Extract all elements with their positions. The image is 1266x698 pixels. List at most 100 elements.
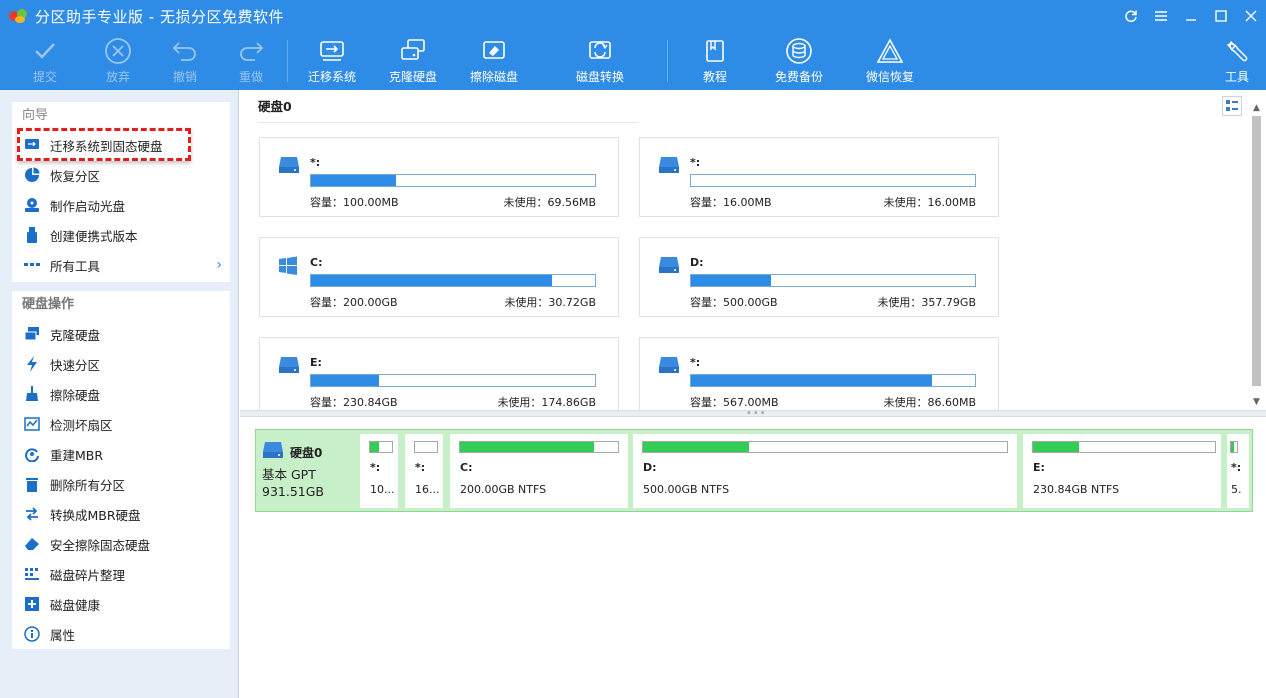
partition-segment[interactable]: C: 200.00GB NTFS bbox=[450, 434, 628, 508]
clone-icon bbox=[24, 326, 40, 342]
usage-fill bbox=[460, 442, 595, 452]
windows-icon bbox=[278, 256, 300, 275]
partition-card[interactable]: E: 容量：230.84GB 未使用：174.86GB bbox=[259, 337, 619, 410]
partition-card[interactable]: C: 容量：200.00GB 未使用：30.72GB bbox=[259, 237, 619, 317]
migrate-os-button[interactable]: 迁移系统 bbox=[308, 36, 356, 90]
sidebar-item-rebuild-mbr[interactable]: 重建MBR bbox=[12, 439, 230, 469]
sidebar-item-portable-version[interactable]: 创建便携式版本 bbox=[12, 220, 230, 250]
sidebar-item-secure-erase-ssd[interactable]: 安全擦除固态硬盘 bbox=[12, 529, 230, 559]
partition-card[interactable]: D: 容量：500.00GB 未使用：357.79GB bbox=[639, 237, 999, 317]
usb-portable-icon bbox=[24, 227, 40, 243]
more-dots-icon bbox=[24, 257, 40, 273]
minimize-icon[interactable] bbox=[1176, 0, 1206, 32]
clone-disk-icon bbox=[398, 36, 428, 66]
drive-icon bbox=[658, 356, 680, 374]
disk-operations-panel: 硬盘操作 克隆硬盘 快速分区 擦除硬盘 检测坏扇区 重建MBR 删除所有分区 转… bbox=[12, 291, 230, 649]
sidebar-item-migrate-ssd[interactable]: 迁移系统到固态硬盘 bbox=[12, 130, 230, 160]
partition-segment[interactable]: D: 500.00GB NTFS bbox=[633, 434, 1017, 508]
sidebar-item-properties[interactable]: 属性 bbox=[12, 619, 230, 649]
grip-dots-icon: ••• bbox=[746, 408, 767, 419]
close-icon[interactable] bbox=[1236, 0, 1266, 32]
sidebar-item-delete-all[interactable]: 删除所有分区 bbox=[12, 469, 230, 499]
boot-disc-icon bbox=[24, 197, 40, 213]
wipe-disk-button[interactable]: 擦除磁盘 bbox=[470, 36, 518, 90]
drive-icon bbox=[658, 156, 680, 174]
usage-bar bbox=[690, 274, 976, 287]
divider bbox=[258, 122, 638, 123]
toolbar: 提交 放弃 撤销 重做 迁移系统 克隆硬盘 擦除磁盘 磁盘转换 教程 免费备份 … bbox=[0, 32, 1266, 90]
usage-fill bbox=[1231, 442, 1234, 452]
partition-card[interactable]: *: 容量：100.00MB 未使用：69.56MB bbox=[259, 137, 619, 217]
clone-disk-button[interactable]: 克隆硬盘 bbox=[389, 36, 437, 90]
rebuild-icon bbox=[24, 446, 40, 462]
free-backup-button[interactable]: 免费备份 bbox=[775, 36, 823, 90]
commit-button[interactable]: 提交 bbox=[30, 36, 60, 90]
disk-convert-button[interactable]: 磁盘转换 bbox=[576, 36, 624, 90]
undo-button[interactable]: 撤销 bbox=[170, 36, 200, 90]
wechat-recovery-button[interactable]: 微信恢复 bbox=[866, 36, 914, 90]
book-icon bbox=[700, 36, 730, 66]
partition-segment[interactable]: E: 230.84GB NTFS bbox=[1023, 434, 1221, 508]
maximize-icon[interactable] bbox=[1206, 0, 1236, 32]
undo-icon bbox=[170, 36, 200, 66]
lightning-icon bbox=[24, 356, 40, 372]
defrag-icon bbox=[24, 566, 40, 582]
partition-card[interactable]: *: 容量：567.00MB 未使用：86.60MB bbox=[639, 337, 999, 410]
check-icon bbox=[30, 36, 60, 66]
info-icon bbox=[24, 626, 40, 642]
partition-segment[interactable]: *: 10... bbox=[360, 434, 398, 508]
partition-segment[interactable]: *: 5. bbox=[1227, 434, 1249, 508]
usage-bar bbox=[690, 174, 976, 187]
sidebar-item-wipe-disk[interactable]: 擦除硬盘 bbox=[12, 379, 230, 409]
discard-button[interactable]: 放弃 bbox=[103, 36, 133, 90]
scroll-thumb[interactable] bbox=[1252, 116, 1261, 386]
disk-map-row[interactable]: 硬盘0 基本 GPT 931.51GB *: 10... *: 16... C:… bbox=[255, 429, 1253, 512]
cancel-circle-icon bbox=[103, 36, 133, 66]
wipe-disk-icon bbox=[479, 36, 509, 66]
drive-icon bbox=[262, 441, 284, 459]
usage-fill bbox=[691, 275, 771, 286]
pane-splitter[interactable]: ••• bbox=[240, 408, 1266, 419]
disk-ops-title: 硬盘操作 bbox=[22, 297, 75, 312]
sidebar-item-recover-partition[interactable]: 恢复分区 bbox=[12, 160, 230, 190]
migrate-disk-icon bbox=[317, 36, 347, 66]
sidebar-item-disk-health[interactable]: 磁盘健康 bbox=[12, 589, 230, 619]
title-bar: 分区助手专业版 - 无损分区免费软件 bbox=[0, 0, 1266, 32]
drive-icon bbox=[278, 356, 300, 374]
usage-bar bbox=[310, 174, 596, 187]
usage-fill bbox=[370, 442, 379, 452]
tutorial-button[interactable]: 教程 bbox=[700, 36, 730, 90]
usage-fill bbox=[691, 375, 933, 386]
vertical-scrollbar[interactable]: ▲ ▼ bbox=[1249, 102, 1264, 410]
sidebar-item-all-tools[interactable]: 所有工具 › bbox=[12, 250, 230, 280]
sidebar-item-bad-sector[interactable]: 检测坏扇区 bbox=[12, 409, 230, 439]
app-logo-icon bbox=[9, 7, 27, 25]
usage-bar bbox=[690, 374, 976, 387]
sidebar-item-clone-disk[interactable]: 克隆硬盘 bbox=[12, 319, 230, 349]
scroll-up-icon[interactable]: ▲ bbox=[1249, 102, 1264, 114]
convert-icon bbox=[24, 506, 40, 522]
sector-check-icon bbox=[24, 416, 40, 432]
usage-fill bbox=[1033, 442, 1079, 452]
sidebar-item-defrag[interactable]: 磁盘碎片整理 bbox=[12, 559, 230, 589]
wizard-panel: 向导 迁移系统到固态硬盘 恢复分区 制作启动光盘 创建便携式版本 所有工具 › bbox=[12, 102, 230, 282]
redo-icon bbox=[236, 36, 266, 66]
chevron-right-icon: › bbox=[216, 257, 222, 273]
usage-bar bbox=[310, 374, 596, 387]
main-panel: 硬盘0 *: 容量：100.00MB 未使用：69.56MB *: 容量：16.… bbox=[240, 90, 1266, 698]
sidebar-item-convert-mbr[interactable]: 转换成MBR硬盘 bbox=[12, 499, 230, 529]
partition-card[interactable]: *: 容量：16.00MB 未使用：16.00MB bbox=[639, 137, 999, 217]
menu-icon[interactable] bbox=[1146, 0, 1176, 32]
wizard-title: 向导 bbox=[22, 108, 49, 123]
sidebar-item-quick-partition[interactable]: 快速分区 bbox=[12, 349, 230, 379]
scroll-down-icon[interactable]: ▼ bbox=[1249, 396, 1264, 408]
window-title: 分区助手专业版 - 无损分区免费软件 bbox=[35, 7, 284, 26]
view-toggle-icon[interactable] bbox=[1222, 96, 1242, 116]
tools-button[interactable]: 工具 bbox=[1222, 36, 1252, 90]
sidebar-item-boot-disc[interactable]: 制作启动光盘 bbox=[12, 190, 230, 220]
partition-segment[interactable]: *: 16... bbox=[405, 434, 443, 508]
health-plus-icon bbox=[24, 596, 40, 612]
refresh-icon[interactable] bbox=[1116, 0, 1146, 32]
redo-button[interactable]: 重做 bbox=[236, 36, 266, 90]
wrench-icon bbox=[1222, 36, 1252, 66]
